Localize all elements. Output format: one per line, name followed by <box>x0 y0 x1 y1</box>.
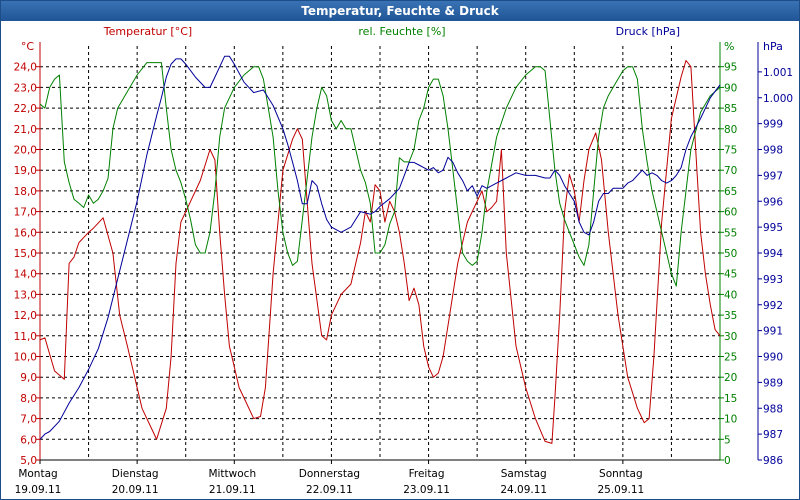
pressure-tick-label: 999 <box>763 119 783 131</box>
pressure-tick-label: 986 <box>763 455 783 467</box>
humidity-tick-label: 60 <box>724 207 737 219</box>
humidity-tick-label: 20 <box>724 372 737 384</box>
humidity-tick-label: 90 <box>724 82 737 94</box>
humidity-tick-label: 95 <box>724 62 737 74</box>
humidity-tick-label: 50 <box>724 248 737 260</box>
temperature-tick-label: 9,0 <box>20 372 37 384</box>
humidity-tick-label: 70 <box>724 165 737 177</box>
x-tick-day-label: Dienstag <box>112 468 159 480</box>
humidity-axis-label: rel. Feuchte [%] <box>358 25 445 38</box>
pressure-tick-label: 1.001 <box>763 67 793 79</box>
temperature-tick-label: 11,0 <box>14 331 37 343</box>
x-tick-day-label: Freitag <box>409 468 445 480</box>
pressure-tick-label: 990 <box>763 352 783 364</box>
x-tick-day-label: Samstag <box>501 468 547 480</box>
humidity-tick-label: 75 <box>724 145 737 157</box>
temperature-tick-label: 6,0 <box>20 434 37 446</box>
pressure-tick-label: 995 <box>763 222 783 234</box>
humidity-tick-label: 5 <box>724 434 731 446</box>
temperature-tick-label: 23,0 <box>14 82 37 94</box>
x-tick-day-label: Donnerstag <box>299 468 360 480</box>
temperature-tick-label: 13,0 <box>14 289 37 301</box>
pressure-axis-label: Druck [hPa] <box>616 25 680 38</box>
x-tick-day-label: Mittwoch <box>208 468 256 480</box>
pressure-tick-label: 998 <box>763 145 783 157</box>
temperature-tick-label: 18,0 <box>14 186 37 198</box>
x-tick-day-label: Sonntag <box>599 468 643 480</box>
temperature-tick-label: 15,0 <box>14 248 37 260</box>
humidity-tick-label: 45 <box>724 269 737 281</box>
humidity-tick-label: 65 <box>724 186 737 198</box>
humidity-tick-label: 30 <box>724 331 737 343</box>
temperature-tick-label: 20,0 <box>14 145 37 157</box>
humidity-tick-label: 10 <box>724 414 737 426</box>
humidity-tick-label: 25 <box>724 352 737 364</box>
pressure-tick-label: 997 <box>763 170 783 182</box>
x-tick-date-label: 23.09.11 <box>403 484 450 496</box>
axes: 5,0 6,0 7,0 8,0 9,0 10,0 11,0 12,0 13,0 14,0 15,0 1… <box>14 42 793 496</box>
x-tick-date-label: 20.09.11 <box>112 484 159 496</box>
humidity-tick-label: 40 <box>724 289 737 301</box>
temperature-tick-label: 14,0 <box>14 269 37 281</box>
temperature-tick-label: 8,0 <box>20 393 37 405</box>
humidity-tick-label: 85 <box>724 103 737 115</box>
pressure-tick-label: 994 <box>763 248 783 260</box>
temperature-axis-label: Temperatur [°C] <box>103 25 192 38</box>
pressure-tick-label: 993 <box>763 274 783 286</box>
pressure-tick-label: 992 <box>763 300 783 312</box>
x-tick-date-label: 21.09.11 <box>209 484 256 496</box>
chart-area: 5,0 6,0 7,0 8,0 9,0 10,0 11,0 12,0 13,0 14,0 15,0 1… <box>14 25 793 496</box>
pressure-tick-label: 987 <box>763 429 783 441</box>
temperature-tick-label: 16,0 <box>14 227 37 239</box>
temperature-tick-label: 5,0 <box>20 455 37 467</box>
pressure-tick-label: 991 <box>763 326 783 338</box>
humidity-tick-label: 80 <box>724 124 737 136</box>
temperature-tick-label: 7,0 <box>20 414 37 426</box>
pressure-tick-label: 996 <box>763 196 783 208</box>
humidity-tick-label: 0 <box>724 455 731 467</box>
x-tick-day-label: Montag <box>18 468 57 480</box>
temperature-unit: °C <box>21 40 35 53</box>
humidity-tick-label: 55 <box>724 227 737 239</box>
humidity-tick-label: 15 <box>724 393 737 405</box>
humidity-unit: % <box>724 40 734 53</box>
temperature-tick-label: 17,0 <box>14 207 37 219</box>
temperature-tick-label: 22,0 <box>14 103 37 115</box>
x-tick-date-label: 24.09.11 <box>500 484 547 496</box>
temperature-tick-label: 12,0 <box>14 310 37 322</box>
humidity-tick-label: 35 <box>724 310 737 322</box>
x-tick-date-label: 25.09.11 <box>597 484 644 496</box>
pressure-tick-label: 989 <box>763 377 783 389</box>
temperature-tick-label: 10,0 <box>14 352 37 364</box>
pressure-unit: hPa <box>763 40 783 53</box>
temperature-tick-label: 24,0 <box>14 62 37 74</box>
temperature-tick-label: 21,0 <box>14 124 37 136</box>
temperature-tick-label: 19,0 <box>14 165 37 177</box>
x-tick-date-label: 19.09.11 <box>15 484 62 496</box>
pressure-tick-label: 988 <box>763 403 783 415</box>
x-tick-date-label: 22.09.11 <box>306 484 353 496</box>
pressure-tick-label: 1.000 <box>763 93 793 105</box>
